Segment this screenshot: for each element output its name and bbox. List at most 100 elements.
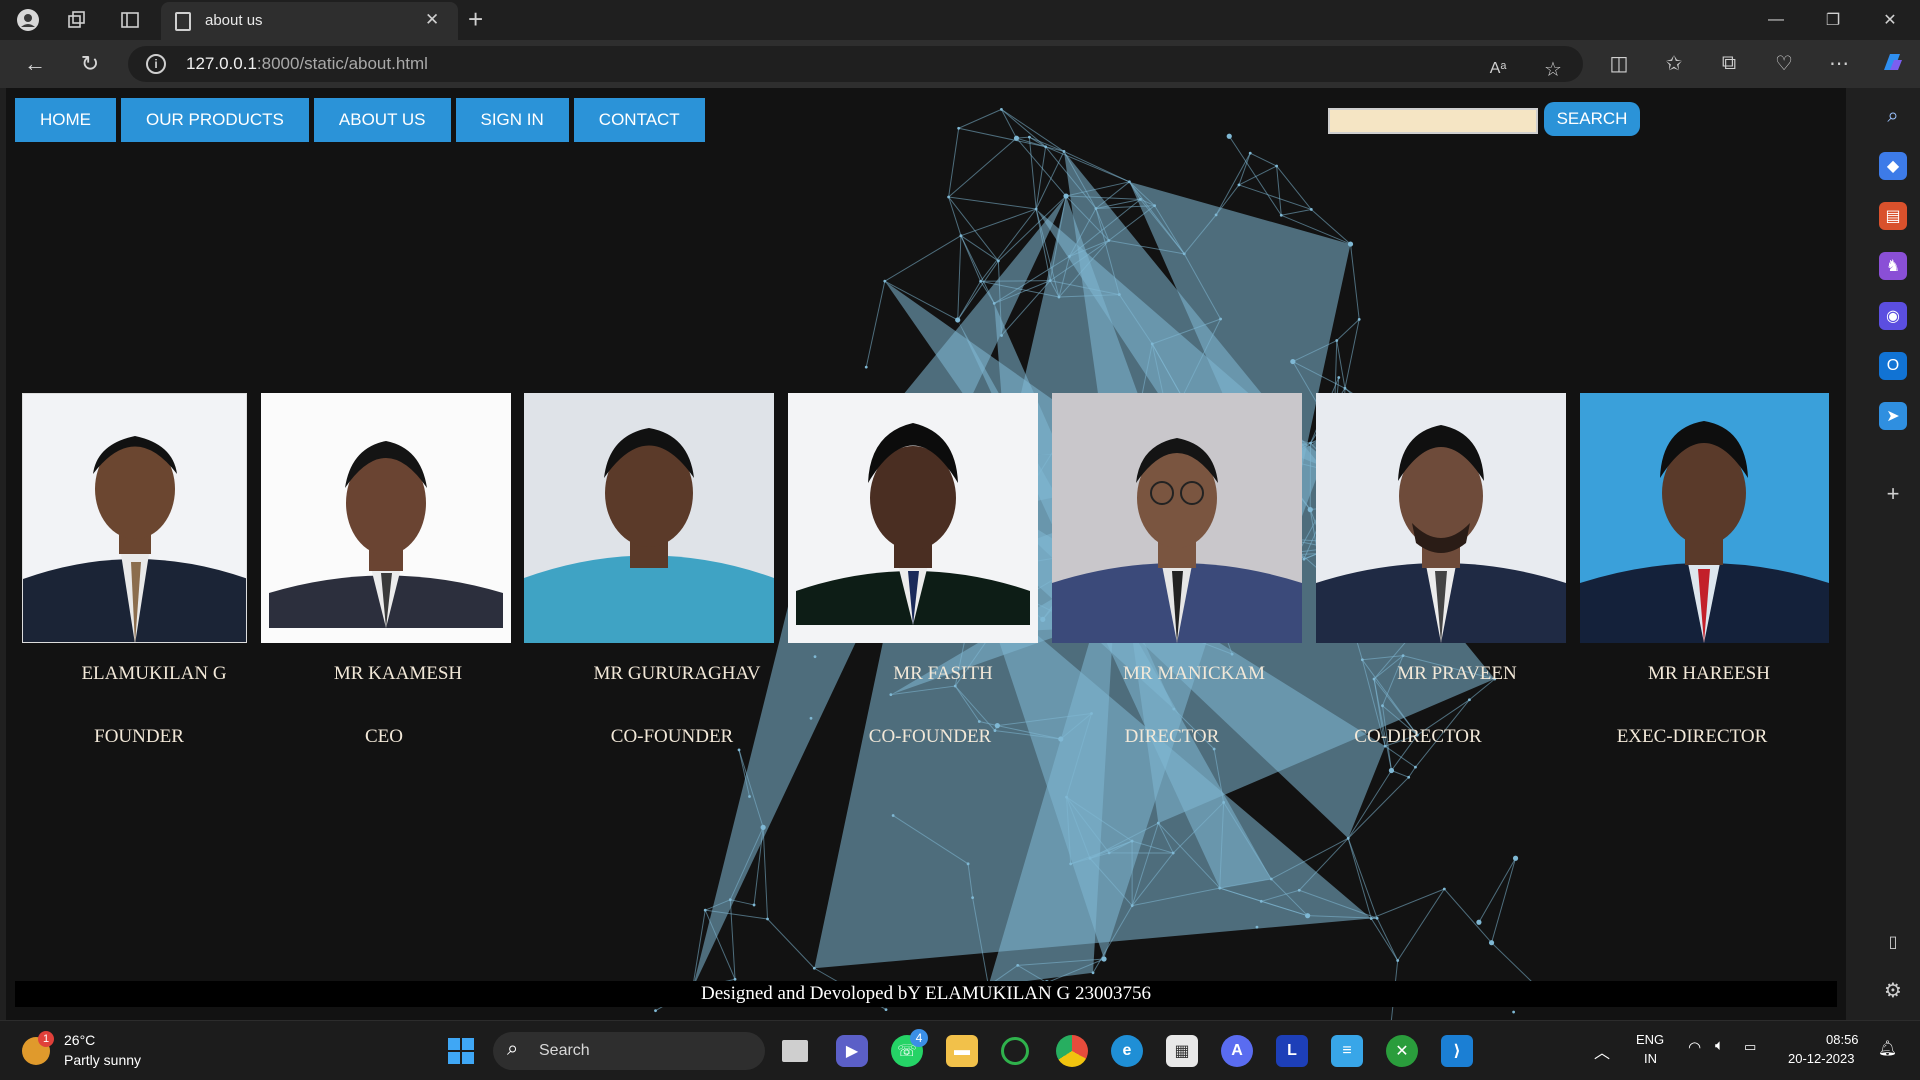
search-glass-icon: ⌕: [507, 1038, 519, 1060]
team-name-5: MR MANICKAM: [1123, 663, 1265, 684]
team-photo-gururaghav: [524, 393, 774, 643]
site-info-icon[interactable]: i: [146, 54, 166, 74]
edge-sidebar: ⌕ ◆ ▤ ♞ ◉ O ➤ + ▯ ⚙: [1866, 88, 1920, 1020]
chrome-icon[interactable]: [1056, 1035, 1088, 1067]
search-input[interactable]: [1328, 108, 1538, 134]
favorites-icon[interactable]: ✩: [1659, 48, 1689, 78]
notification-bell-icon[interactable]: 🔔︎: [1878, 1039, 1897, 1057]
add-icon[interactable]: +: [1879, 480, 1907, 508]
search-icon[interactable]: ⌕: [1879, 102, 1907, 130]
browser-essentials-icon[interactable]: ♡: [1769, 48, 1799, 78]
team-photo-manickam: [1052, 393, 1302, 643]
team-name-1: ELAMUKILAN G: [81, 663, 227, 684]
edge-icon[interactable]: e: [1111, 1035, 1143, 1067]
taskbar-search-box[interactable]: ⌕ Search: [493, 1032, 765, 1070]
refresh-icon[interactable]: ↻: [73, 48, 107, 80]
nav-home[interactable]: HOME: [15, 98, 116, 142]
address-toolbar: ← ↻ i 127.0.0.1:8000/static/about.html A…: [0, 40, 1920, 88]
url-text: 127.0.0.1:8000/static/about.html: [186, 54, 428, 74]
profile-icon[interactable]: [14, 6, 42, 34]
minimize-icon[interactable]: —: [1756, 6, 1796, 34]
taskbar-search-label: Search: [539, 1042, 590, 1059]
language-top[interactable]: ENG: [1636, 1032, 1664, 1047]
tools-icon[interactable]: ▤: [1879, 202, 1907, 230]
windows-taskbar: 1 26°C Partly sunny ⌕ Search ▶ ☏ 4 ▬ e ▦…: [0, 1020, 1920, 1080]
address-bar[interactable]: i 127.0.0.1:8000/static/about.html Aᵃ ☆: [128, 46, 1583, 82]
task-view-icon[interactable]: [782, 1040, 808, 1062]
sidebar-toggle-icon[interactable]: ▯: [1879, 928, 1907, 956]
team-role-6: CO-DIRECTOR: [1354, 726, 1482, 747]
team-role-1: FOUNDER: [94, 726, 184, 747]
main-nav: HOME OUR PRODUCTS ABOUT US SIGN IN CONTA…: [15, 98, 705, 142]
teams-chat-icon[interactable]: ▶: [836, 1035, 868, 1067]
clock-time[interactable]: 08:56: [1826, 1032, 1859, 1047]
team-name-4: MR FASITH: [893, 663, 993, 684]
show-hidden-icons[interactable]: ︿: [1594, 1039, 1610, 1063]
split-screen-icon[interactable]: ◫: [1604, 48, 1634, 78]
shopping-tag-icon[interactable]: ◆: [1879, 152, 1907, 180]
nav-contact[interactable]: CONTACT: [573, 98, 705, 142]
page-viewport: HOME OUR PRODUCTS ABOUT US SIGN IN CONTA…: [6, 88, 1846, 1020]
whatsapp-badge: 4: [910, 1029, 928, 1047]
language-bottom[interactable]: IN: [1644, 1051, 1657, 1066]
team-role-7: EXEC-DIRECTOR: [1616, 726, 1768, 747]
send-icon[interactable]: ➤: [1879, 402, 1907, 430]
file-explorer-icon[interactable]: ▬: [946, 1035, 978, 1067]
clock-date[interactable]: 20-12-2023: [1788, 1051, 1855, 1066]
team-name-7: MR HAREESH: [1648, 663, 1770, 684]
weather-badge: 1: [38, 1031, 54, 1047]
xbox-icon[interactable]: ✕: [1386, 1035, 1418, 1067]
nav-about-us[interactable]: ABOUT US: [313, 98, 451, 142]
team-photo-hareesh: [1580, 393, 1829, 643]
close-tab-icon[interactable]: ✕: [425, 10, 439, 30]
nav-our-products[interactable]: OUR PRODUCTS: [121, 98, 309, 142]
games-icon[interactable]: ♞: [1879, 252, 1907, 280]
page-footer: Designed and Devoloped bY ELAMUKILAN G 2…: [15, 981, 1837, 1007]
weather-desc: Partly sunny: [64, 1052, 142, 1068]
team-role-3: CO-FOUNDER: [610, 726, 734, 747]
favorite-star-icon[interactable]: ☆: [1538, 54, 1568, 84]
url-path: :8000/static/about.html: [256, 54, 428, 73]
nav-sign-in[interactable]: SIGN IN: [455, 98, 569, 142]
workspaces-icon[interactable]: [63, 6, 91, 34]
notepad-icon[interactable]: ≡: [1331, 1035, 1363, 1067]
more-options-icon[interactable]: ⋯: [1824, 48, 1854, 78]
collections-icon[interactable]: ⧉: [1714, 48, 1744, 78]
new-tab-icon[interactable]: +: [468, 4, 483, 35]
team-role-5: DIRECTOR: [1124, 726, 1220, 747]
store-icon[interactable]: ▦: [1166, 1035, 1198, 1067]
search-button[interactable]: SEARCH: [1544, 102, 1640, 136]
page-icon: [175, 12, 191, 31]
settings-icon[interactable]: ⚙: [1879, 976, 1907, 1004]
vertical-tabs-icon[interactable]: [116, 6, 144, 34]
team-name-3: MR GURURAGHAV: [593, 663, 761, 684]
browser-title-bar: about us ✕ + — ❐ ✕: [0, 0, 1920, 40]
team-photo-praveen: [1316, 393, 1566, 643]
weather-temp: 26°C: [64, 1032, 96, 1048]
restore-icon[interactable]: ❐: [1813, 6, 1853, 34]
team-role-4: CO-FOUNDER: [868, 726, 992, 747]
read-aloud-icon[interactable]: Aᵃ: [1483, 54, 1513, 84]
copilot-icon[interactable]: [1878, 48, 1908, 78]
sync-app-icon[interactable]: [1001, 1037, 1029, 1065]
volume-icon[interactable]: 🔈︎: [1715, 1037, 1724, 1054]
tab-title: about us: [205, 12, 263, 29]
wifi-icon[interactable]: ◠: [1688, 1038, 1701, 1056]
start-windows-icon[interactable]: [445, 1035, 477, 1067]
team-role-2: CEO: [365, 726, 403, 747]
microsoft-365-icon[interactable]: ◉: [1879, 302, 1907, 330]
battery-icon[interactable]: ▭: [1744, 1039, 1756, 1055]
team-photo-fasith: [788, 393, 1038, 643]
browser-tab[interactable]: about us ✕: [161, 2, 458, 40]
team-name-6: MR PRAVEEN: [1397, 663, 1517, 684]
close-window-icon[interactable]: ✕: [1870, 6, 1910, 34]
team-name-2: MR KAAMESH: [333, 663, 463, 684]
team-photo-elamukilan: [22, 393, 247, 643]
arc-app-icon[interactable]: A: [1221, 1035, 1253, 1067]
team-photo-kaamesh: [261, 393, 511, 643]
url-host: 127.0.0.1: [186, 54, 257, 73]
outlook-icon[interactable]: O: [1879, 352, 1907, 380]
vscode-icon[interactable]: ⟩: [1441, 1035, 1473, 1067]
back-icon[interactable]: ←: [18, 48, 52, 80]
l-app-icon[interactable]: L: [1276, 1035, 1308, 1067]
